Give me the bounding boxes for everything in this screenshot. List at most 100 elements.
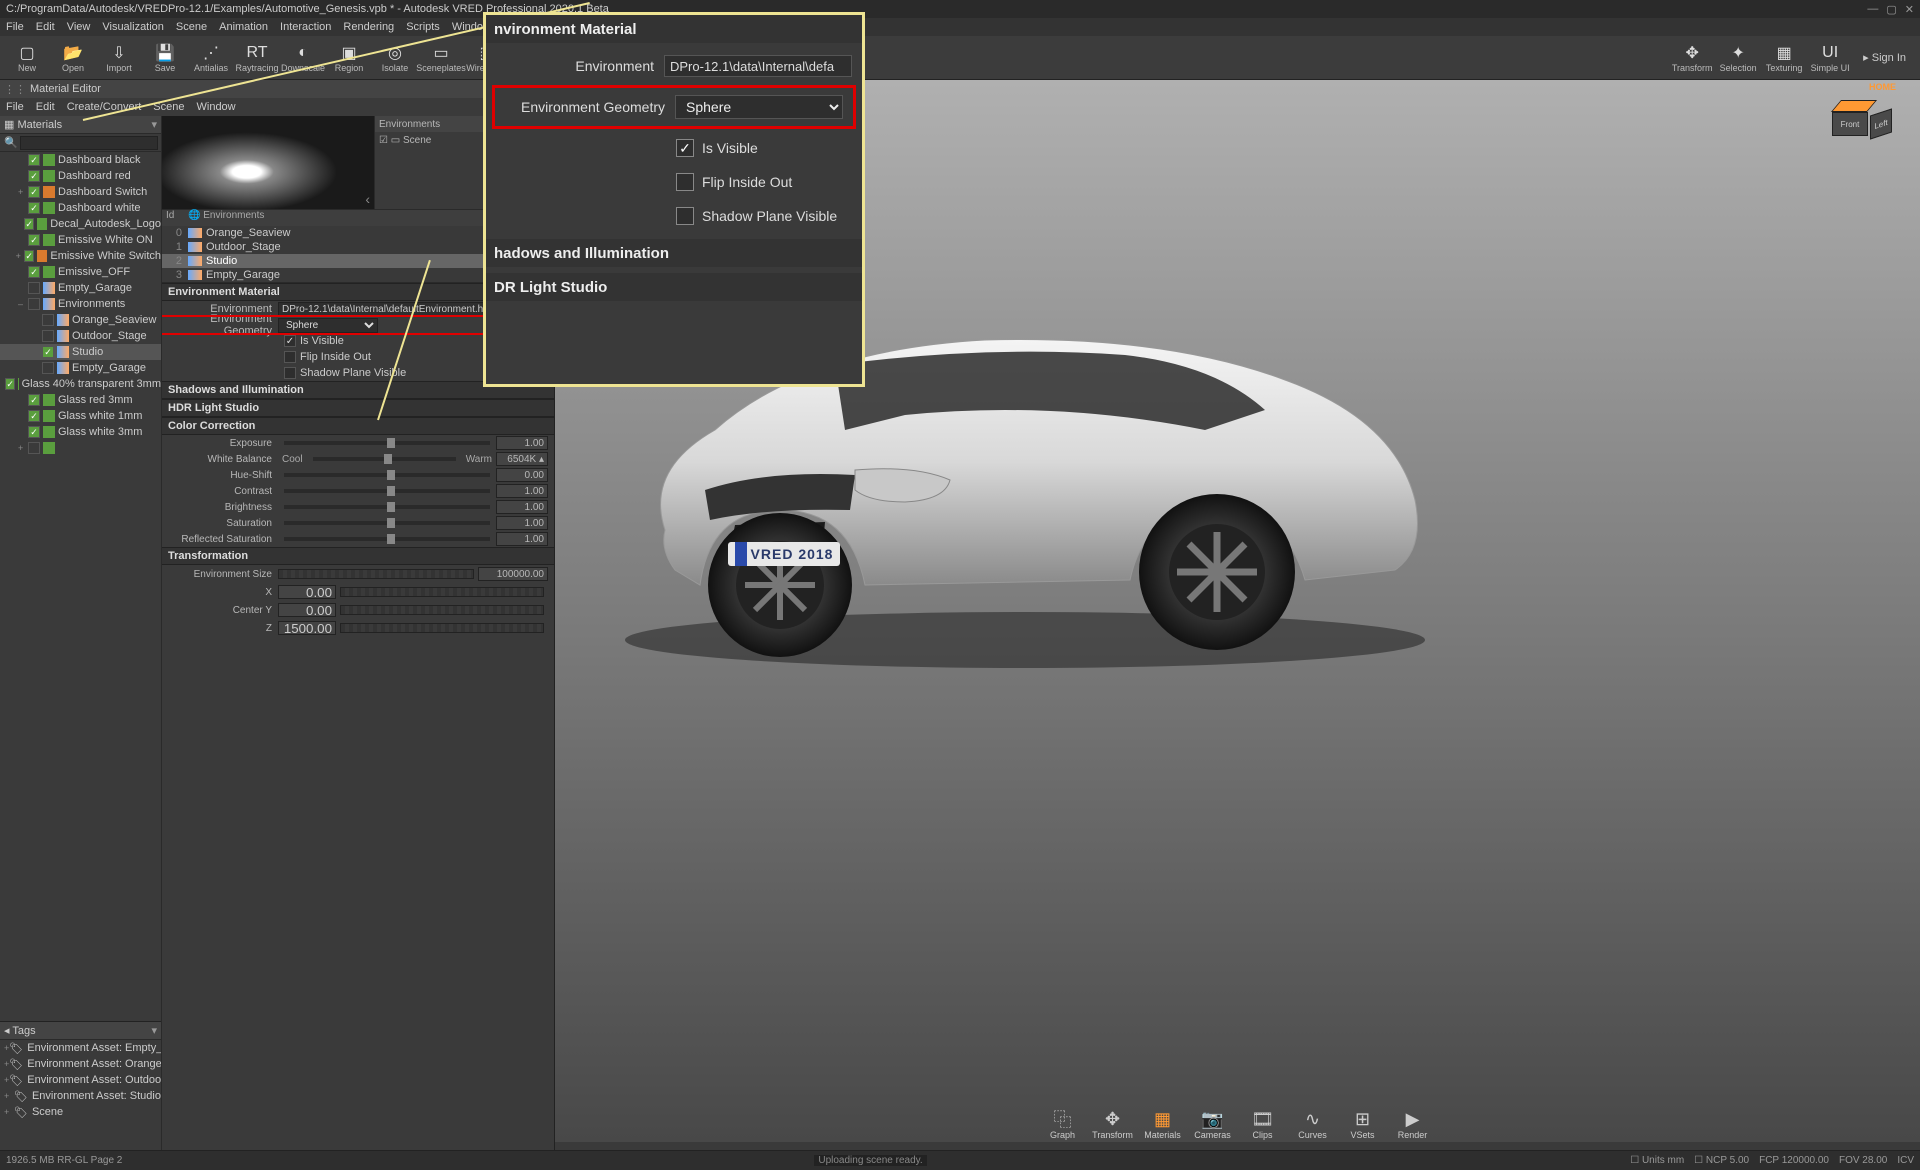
slider[interactable] [284, 489, 490, 493]
flip-checkbox[interactable] [284, 351, 296, 363]
raytracing-button[interactable]: RTRaytracing [234, 37, 280, 79]
material-dashboard-switch[interactable]: +✓Dashboard Switch [0, 184, 161, 200]
save-button[interactable]: 💾Save [142, 37, 188, 79]
callout-envgeo-select[interactable]: Sphere [675, 95, 843, 119]
material-orange-seaview[interactable]: Orange_Seaview [0, 312, 161, 328]
texturing-button[interactable]: ▦Texturing [1761, 37, 1807, 79]
me-menu-file[interactable]: File [6, 101, 24, 113]
vp-graph-button[interactable]: ⿻Graph [1040, 1108, 1086, 1140]
track-slider[interactable] [340, 587, 544, 597]
tag-item[interactable]: +🏷Scene [0, 1104, 161, 1120]
track-slider[interactable] [340, 605, 544, 615]
materials-header[interactable]: ▦ Materials ▾ [0, 116, 161, 134]
slider[interactable] [284, 441, 490, 445]
navcube-home[interactable]: HOME [1869, 82, 1896, 92]
menu-animation[interactable]: Animation [219, 21, 268, 33]
menu-rendering[interactable]: Rendering [343, 21, 394, 33]
value-input[interactable]: 100000.00 [478, 567, 548, 581]
me-menu-scene[interactable]: Scene [153, 101, 184, 113]
menu-visualization[interactable]: Visualization [102, 21, 164, 33]
vp-materials-button[interactable]: ▦Materials [1140, 1108, 1186, 1140]
value-input[interactable]: 6504K ▴ [496, 452, 548, 466]
status-field[interactable]: ICV [1897, 1155, 1914, 1166]
material-environments[interactable]: –Environments [0, 296, 161, 312]
value-input[interactable]: 1.00 [496, 532, 548, 546]
material-glass-white-3mm[interactable]: ✓Glass white 3mm [0, 424, 161, 440]
slider[interactable] [284, 505, 490, 509]
section-transformation[interactable]: Transformation [162, 547, 554, 565]
tag-item[interactable]: +🏷Environment Asset: Studio [0, 1088, 161, 1104]
callout-isvisible-checkbox[interactable] [676, 139, 694, 157]
material-decal-autodesk-logo[interactable]: ✓Decal_Autodesk_Logo [0, 216, 161, 232]
vp-cameras-button[interactable]: 📷Cameras [1190, 1108, 1236, 1140]
chevron-down-icon[interactable]: ▾ [151, 1024, 157, 1037]
region-button[interactable]: ▣Region [326, 37, 372, 79]
material-studio[interactable]: ✓Studio [0, 344, 161, 360]
callout-isvisible-row[interactable]: Is Visible [486, 131, 862, 165]
selection-button[interactable]: ✦Selection [1715, 37, 1761, 79]
vp-vsets-button[interactable]: ⊞VSets [1340, 1108, 1386, 1140]
material-empty-garage[interactable]: Empty_Garage [0, 280, 161, 296]
vp-curves-button[interactable]: ∿Curves [1290, 1108, 1336, 1140]
material-item[interactable]: + [0, 440, 161, 456]
navcube-left[interactable]: Left [1870, 108, 1892, 139]
material-dashboard-red[interactable]: ✓Dashboard red [0, 168, 161, 184]
material-dashboard-white[interactable]: ✓Dashboard white [0, 200, 161, 216]
section-hdrls[interactable]: HDR Light Studio [162, 399, 554, 417]
slider[interactable] [284, 537, 490, 541]
track-slider[interactable] [340, 623, 544, 633]
import-button[interactable]: ⇩Import [96, 37, 142, 79]
tag-item[interactable]: +🏷Environment Asset: Orange_... [0, 1056, 161, 1072]
num-input[interactable] [278, 585, 336, 599]
material-dashboard-black[interactable]: ✓Dashboard black [0, 152, 161, 168]
material-emissive-off[interactable]: ✓Emissive_OFF [0, 264, 161, 280]
me-menu-edit[interactable]: Edit [36, 101, 55, 113]
status-field[interactable]: FOV 28.00 [1839, 1155, 1887, 1166]
maximize-icon[interactable]: ▢ [1886, 3, 1896, 16]
slider[interactable] [284, 473, 490, 477]
environment-geometry-select[interactable]: Sphere [278, 318, 378, 333]
track-slider[interactable] [278, 569, 474, 579]
slider[interactable] [313, 457, 456, 461]
antialias-button[interactable]: ⋰Antialias [188, 37, 234, 79]
new-button[interactable]: ▢New [4, 37, 50, 79]
value-input[interactable]: 0.00 [496, 468, 548, 482]
isolate-button[interactable]: ◎Isolate [372, 37, 418, 79]
me-menu-create-convert[interactable]: Create/Convert [67, 101, 142, 113]
material-glass-red-3mm[interactable]: ✓Glass red 3mm [0, 392, 161, 408]
navcube-top[interactable] [1831, 100, 1877, 112]
vp-render-button[interactable]: ▶Render [1390, 1108, 1436, 1140]
chevron-left-icon[interactable]: ‹ [365, 191, 370, 207]
signin-button[interactable]: ▸ Sign In [1853, 51, 1916, 64]
vp-transform-button[interactable]: ✥Transform [1090, 1108, 1136, 1140]
tag-item[interactable]: +🏷Environment Asset: Empty_... [0, 1040, 161, 1056]
navcube-front[interactable]: Front [1832, 112, 1868, 136]
status-field[interactable]: ☐ NCP 5.00 [1694, 1155, 1749, 1166]
tags-header[interactable]: ◂ Tags ▾ [0, 1022, 161, 1040]
callout-shadowplane-row[interactable]: Shadow Plane Visible [486, 199, 862, 233]
callout-env-input[interactable] [664, 55, 852, 77]
slider[interactable] [284, 521, 490, 525]
value-input[interactable]: 1.00 [496, 436, 548, 450]
tag-item[interactable]: +🏷Environment Asset: Outdoor... [0, 1072, 161, 1088]
chevron-down-icon[interactable]: ▾ [151, 118, 157, 131]
open-button[interactable]: 📂Open [50, 37, 96, 79]
callout-flip-row[interactable]: Flip Inside Out [486, 165, 862, 199]
is-visible-checkbox[interactable] [284, 335, 296, 347]
shadow-plane-checkbox[interactable] [284, 367, 296, 379]
menu-file[interactable]: File [6, 21, 24, 33]
close-icon[interactable]: ✕ [1905, 3, 1914, 16]
material-empty-garage[interactable]: Empty_Garage [0, 360, 161, 376]
callout-flip-checkbox[interactable] [676, 173, 694, 191]
me-menu-window[interactable]: Window [197, 101, 236, 113]
material-outdoor-stage[interactable]: Outdoor_Stage [0, 328, 161, 344]
menu-interaction[interactable]: Interaction [280, 21, 331, 33]
num-input[interactable] [278, 603, 336, 617]
num-input[interactable] [278, 621, 336, 635]
callout-shadowplane-checkbox[interactable] [676, 207, 694, 225]
sceneplates-button[interactable]: ▭Sceneplates [418, 37, 464, 79]
material-preview[interactable]: ‹ [162, 116, 374, 209]
material-emissive-white-on[interactable]: ✓Emissive White ON [0, 232, 161, 248]
value-input[interactable]: 1.00 [496, 516, 548, 530]
status-field[interactable]: FCP 120000.00 [1759, 1155, 1829, 1166]
